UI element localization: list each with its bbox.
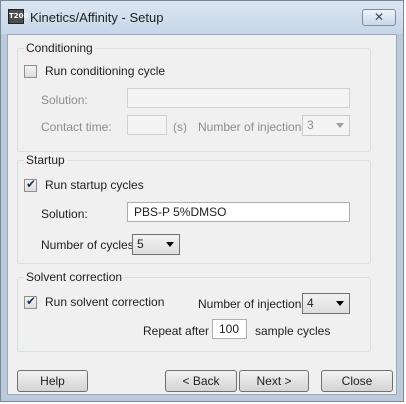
conditioning-solution-label: Solution: bbox=[41, 93, 88, 107]
next-button[interactable]: Next > bbox=[239, 370, 309, 392]
solvent-injections-label: Number of injections: bbox=[198, 297, 311, 311]
repeat-suffix-label: sample cycles bbox=[255, 324, 331, 338]
solvent-injections-value: 4 bbox=[307, 296, 314, 310]
startup-cycles-select[interactable]: 5 bbox=[132, 234, 180, 255]
conditioning-group: Conditioning Run conditioning cycle Solu… bbox=[17, 41, 371, 152]
startup-cycles-value: 5 bbox=[137, 237, 144, 251]
startup-solution-field[interactable]: PBS-P 5%DMSO bbox=[127, 202, 350, 222]
contact-time-label: Contact time: bbox=[41, 120, 112, 134]
conditioning-injections-select[interactable]: 3 bbox=[302, 115, 350, 136]
dialog-content: Conditioning Run conditioning cycle Solu… bbox=[7, 34, 397, 395]
contact-time-field[interactable] bbox=[127, 115, 167, 135]
app-icon: T200 bbox=[8, 9, 28, 24]
startup-cycles-label: Number of cycles: bbox=[41, 238, 138, 252]
run-conditioning-checkbox[interactable] bbox=[24, 65, 37, 78]
startup-group: Startup Run startup cycles Solution: PBS… bbox=[17, 153, 371, 264]
repeat-after-label: Repeat after bbox=[143, 324, 210, 338]
solvent-correction-group: Solvent correction Run solvent correctio… bbox=[17, 270, 371, 352]
title-bar: T200 Kinetics/Affinity - Setup ✕ bbox=[1, 1, 403, 34]
run-solvent-correction-checkbox[interactable] bbox=[24, 294, 37, 309]
run-startup-label[interactable]: Run startup cycles bbox=[45, 178, 144, 192]
back-button[interactable]: < Back bbox=[165, 370, 237, 392]
startup-solution-label: Solution: bbox=[41, 207, 88, 221]
chevron-down-icon bbox=[336, 301, 344, 306]
conditioning-injections-label: Number of injections: bbox=[198, 120, 311, 134]
setup-dialog: T200 Kinetics/Affinity - Setup ✕ Conditi… bbox=[0, 0, 404, 402]
close-button[interactable]: Close bbox=[321, 370, 393, 392]
window-close-button[interactable]: ✕ bbox=[362, 9, 396, 26]
help-button[interactable]: Help bbox=[17, 370, 88, 392]
run-solvent-correction-label[interactable]: Run solvent correction bbox=[45, 295, 164, 309]
solvent-correction-group-title: Solvent correction bbox=[24, 270, 125, 284]
solvent-injections-select[interactable]: 4 bbox=[302, 293, 350, 314]
close-icon: ✕ bbox=[373, 10, 385, 24]
chevron-down-icon bbox=[166, 242, 174, 247]
window-title: Kinetics/Affinity - Setup bbox=[30, 10, 164, 25]
run-startup-checkbox[interactable] bbox=[24, 177, 37, 192]
conditioning-injections-value: 3 bbox=[307, 118, 314, 132]
chevron-down-icon bbox=[336, 123, 344, 128]
repeat-after-field[interactable]: 100 bbox=[212, 319, 247, 339]
startup-group-title: Startup bbox=[24, 153, 67, 167]
contact-time-unit: (s) bbox=[173, 120, 187, 134]
conditioning-group-title: Conditioning bbox=[24, 41, 95, 55]
conditioning-solution-field[interactable] bbox=[127, 88, 350, 108]
run-conditioning-label[interactable]: Run conditioning cycle bbox=[45, 64, 165, 78]
